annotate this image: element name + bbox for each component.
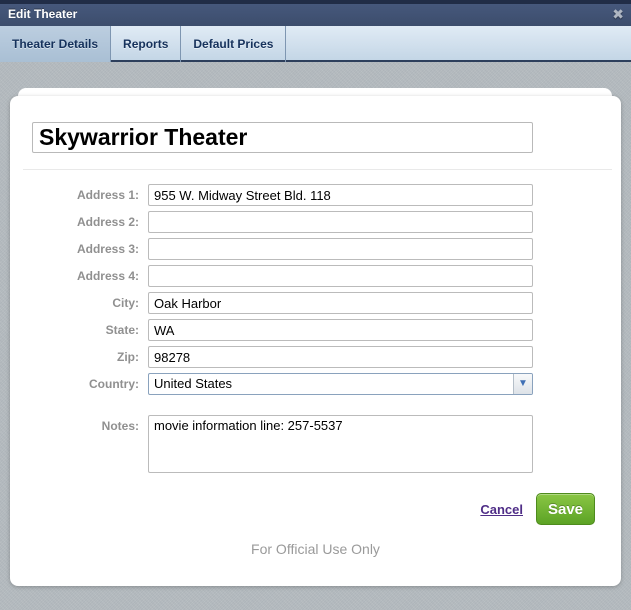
divider	[23, 169, 612, 170]
tab-theater-details[interactable]: Theater Details	[0, 26, 111, 62]
address4-input[interactable]	[148, 265, 533, 287]
form-row-address3: Address 3:	[10, 238, 621, 260]
city-label: City:	[18, 292, 148, 314]
edit-theater-panel: Address 1: Address 2: Address 3: Address…	[10, 96, 621, 586]
select-dropdown-button[interactable]: ▼	[513, 374, 532, 394]
address1-label: Address 1:	[18, 184, 148, 206]
form-row-zip: Zip:	[10, 346, 621, 368]
tab-bar: Theater Details Reports Default Prices	[0, 26, 631, 62]
address4-label: Address 4:	[18, 265, 148, 287]
form-row-address4: Address 4:	[10, 265, 621, 287]
form-row-country: Country: United States ▼	[10, 373, 621, 395]
dialog-title: Edit Theater	[8, 7, 77, 21]
country-label: Country:	[18, 373, 148, 395]
close-icon[interactable]: ✖	[612, 6, 624, 23]
address2-input[interactable]	[148, 211, 533, 233]
official-use-note: For Official Use Only	[10, 541, 621, 557]
notes-textarea[interactable]: movie information line: 257-5537	[148, 415, 533, 473]
tab-reports[interactable]: Reports	[111, 26, 181, 62]
zip-input[interactable]	[148, 346, 533, 368]
city-input[interactable]	[148, 292, 533, 314]
address2-label: Address 2:	[18, 211, 148, 233]
notes-label: Notes:	[18, 415, 148, 437]
form-row-state: State:	[10, 319, 621, 341]
zip-label: Zip:	[18, 346, 148, 368]
chevron-down-icon: ▼	[518, 379, 528, 389]
form-row-notes: Notes: movie information line: 257-5537	[10, 415, 621, 473]
state-input[interactable]	[148, 319, 533, 341]
cancel-link[interactable]: Cancel	[480, 502, 523, 517]
country-selected-value: United States	[149, 374, 232, 394]
country-select[interactable]: United States ▼	[148, 373, 533, 395]
button-row: Cancel Save	[10, 493, 621, 525]
dialog-titlebar: Edit Theater ✖	[0, 0, 631, 26]
state-label: State:	[18, 319, 148, 341]
save-button[interactable]: Save	[536, 493, 595, 525]
tab-default-prices[interactable]: Default Prices	[181, 26, 286, 62]
form-row-address2: Address 2:	[10, 211, 621, 233]
address1-input[interactable]	[148, 184, 533, 206]
form-row-city: City:	[10, 292, 621, 314]
address3-input[interactable]	[148, 238, 533, 260]
theater-name-input[interactable]	[32, 122, 533, 153]
form-row-address1: Address 1:	[10, 184, 621, 206]
address3-label: Address 3:	[18, 238, 148, 260]
